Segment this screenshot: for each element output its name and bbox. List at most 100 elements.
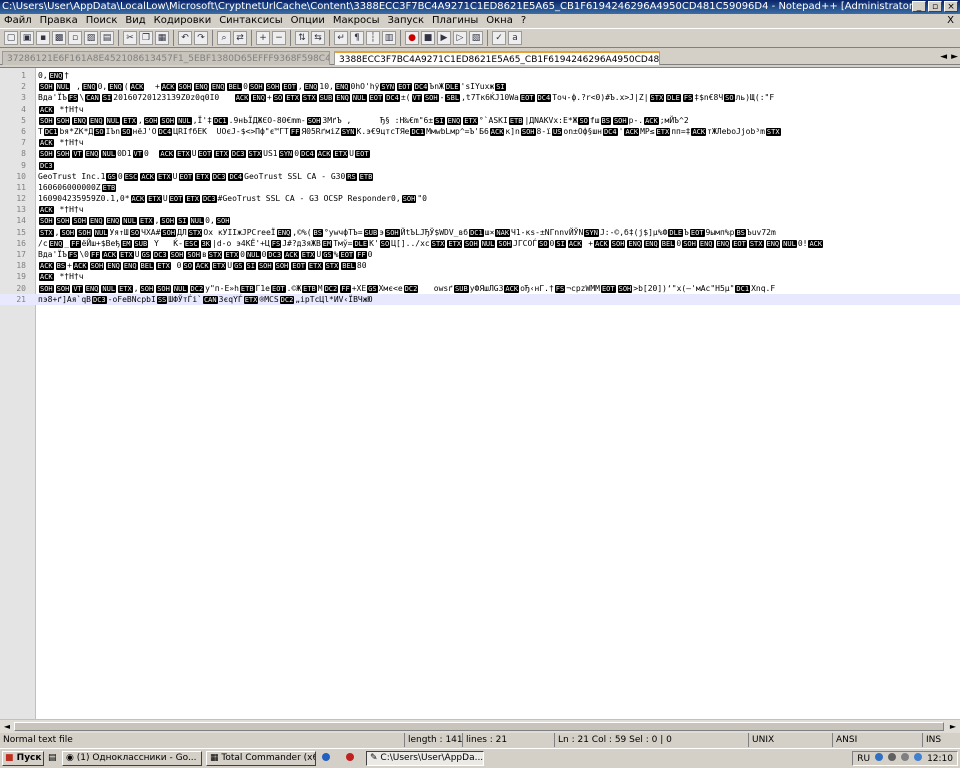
replace-icon[interactable]: ⇄ <box>233 31 247 45</box>
menu-help[interactable]: ? <box>517 14 530 28</box>
editor-line[interactable]: 10 GeoTrust Inc.1 GS 0 ESC ACK ETX U EOT ETX DC3 DC… <box>0 171 960 182</box>
menu-language[interactable]: Синтаксисы <box>215 14 286 28</box>
run-macro-icon[interactable]: ▷ <box>453 31 467 45</box>
opera-quick-icon[interactable] <box>346 753 354 764</box>
scroll-right-arrow-icon[interactable]: ► <box>947 721 959 732</box>
status-insert-mode[interactable]: INS <box>922 733 960 747</box>
menu-search[interactable]: Поиск <box>82 14 122 28</box>
editor-line[interactable]: 3 Вда'ЇЪ FS \ CAN SI 20160720123139Z0z0q0I0 AC… <box>0 92 960 103</box>
editor-line[interactable]: 17 Вда'ЇЪ FS \0 FF ACK ETX U GS DC3 SOH SOH в STX ETX 0… <box>0 249 960 260</box>
editor-line[interactable]: 16/c ENQ _ FF ёЙш+$Веђ EM SUB Y Ќ- ESC ЗЌ |d-о э4… <box>0 238 960 249</box>
menu-window[interactable]: Окна <box>482 14 517 28</box>
control-char-badge: SOH <box>612 116 628 125</box>
editor-line[interactable]: 11 160606000000Z ETB <box>0 182 960 193</box>
abc-icon[interactable]: a <box>508 31 522 45</box>
control-char-badge: VT <box>72 150 83 159</box>
start-button[interactable]: ■ Пуск <box>2 751 44 766</box>
paste-icon[interactable]: ▦ <box>155 31 169 45</box>
print-icon[interactable]: ▤ <box>100 31 114 45</box>
tab-scroll-right-icon[interactable]: ► <box>951 52 958 62</box>
editor-line[interactable]: 13 ACK *†Н†ч <box>0 204 960 215</box>
word-wrap-icon[interactable]: ↵ <box>334 31 348 45</box>
sync-vertical-icon[interactable]: ⇅ <box>295 31 309 45</box>
antivirus-icon[interactable] <box>888 753 897 764</box>
scroll-left-arrow-icon[interactable]: ◄ <box>1 721 13 732</box>
shield-icon[interactable] <box>914 753 923 764</box>
volume-icon[interactable] <box>901 753 910 764</box>
status-encoding[interactable]: ANSI <box>832 733 922 747</box>
document-close-button[interactable]: X <box>947 14 954 28</box>
browser-quick-icon[interactable] <box>322 753 330 764</box>
editor-line[interactable]: 19 ACK *†Н†ч <box>0 271 960 282</box>
editor-line[interactable]: 4 ACK *†Н†ч <box>0 104 960 115</box>
editor-line[interactable]: 2 SOH NUL , ENQ 0, ENQ(ACK + ACK SOH ENQ ENQ BEL 0 S… <box>0 81 960 92</box>
menu-run[interactable]: Запуск <box>383 14 428 28</box>
spellcheck-icon[interactable]: ✓ <box>492 31 506 45</box>
editor-line[interactable]: 15 STX, SOH SOH NUL Уя↑Ш SO ЧХА# SOH ДЛ STX Ох кУІІ… <box>0 227 960 238</box>
menu-file[interactable]: Файл <box>0 14 36 28</box>
stop-macro-icon[interactable]: ■ <box>421 31 435 45</box>
menu-encoding[interactable]: Кодировки <box>150 14 216 28</box>
editor-line[interactable]: 7 ACK *†Н†ч <box>0 137 960 148</box>
play-macro-icon[interactable]: ▶ <box>437 31 451 45</box>
restore-button[interactable]: ▫ <box>928 1 942 12</box>
menu-view[interactable]: Вид <box>121 14 149 28</box>
taskbar-task-browser[interactable]: ◉ (1) Одноклассники - Go... <box>62 751 202 766</box>
editor-line[interactable]: 12 160904235959Z0.1,0* ACK ETX U EOT ETX DC3 #Ge… <box>0 193 960 204</box>
taskbar-task-total-commander[interactable]: ▦ Total Commander (x64) ... <box>206 751 316 766</box>
zoom-in-icon[interactable]: + <box>256 31 270 45</box>
copy-icon[interactable]: ❐ <box>139 31 153 45</box>
editor-line[interactable]: 21 пэ8+ґ]Ая`qВ DC3 -oFeBNсpbI SS ШФЎтЃi` CAN 3є… <box>0 293 960 305</box>
find-icon[interactable]: ⌕ <box>217 31 231 45</box>
network-icon[interactable] <box>875 753 884 764</box>
menu-settings[interactable]: Опции <box>287 14 329 28</box>
minimize-button[interactable]: _ <box>912 1 926 12</box>
control-char-badge: EOT <box>519 94 535 103</box>
tab-file-2[interactable]: 3388ECC3F7BC4A9271C1ED8621E5A65_CB1F6194… <box>334 51 660 65</box>
editor-line[interactable]: 5 SOH SOH ENQ ENQ NUL ETX, SOH SOH NUL ,Ї'‡ DC1.9нЬ… <box>0 115 960 126</box>
new-file-icon[interactable]: ▢ <box>4 31 18 45</box>
save-all-icon[interactable]: ▩ <box>52 31 66 45</box>
save-icon[interactable]: ▪ <box>36 31 50 45</box>
status-file-type: Normal text file <box>3 735 73 745</box>
editor-line[interactable]: 18 ACK BS + ACK SOH ENQ ENQ BEL ETX 0 SO ACK ETX U GS S… <box>0 260 960 271</box>
open-file-icon[interactable]: ▣ <box>20 31 34 45</box>
save-macro-icon[interactable]: ▧ <box>469 31 483 45</box>
all-chars-icon[interactable]: ¶ <box>350 31 364 45</box>
menu-plugins[interactable]: Плагины <box>428 14 482 28</box>
clock[interactable]: 12:10 <box>927 754 953 764</box>
editor-line[interactable]: 8 SOH SOH VT ENQ NUL 0D1 VT 0 ACK ETX U EOT ETX DC3 ST… <box>0 148 960 159</box>
control-char-badge: SOH <box>39 217 54 226</box>
language-indicator[interactable]: RU <box>857 754 870 764</box>
horizontal-scrollbar[interactable]: ◄ ► <box>0 719 960 733</box>
close-icon[interactable]: ▫ <box>68 31 82 45</box>
scrollbar-thumb[interactable] <box>14 722 944 731</box>
editor[interactable]: 1 0, ENQ † 2 SOH NUL , ENQ 0, ENQ(ACK + ACK SOH ENQ E… <box>0 67 960 719</box>
record-macro-icon[interactable]: ● <box>405 31 419 45</box>
redo-icon[interactable]: ↷ <box>194 31 208 45</box>
indent-guide-icon[interactable]: ┆ <box>366 31 380 45</box>
status-eol[interactable]: UNIX <box>748 733 832 747</box>
control-char-badge: ENQ <box>122 262 138 271</box>
menu-macro[interactable]: Макросы <box>329 14 384 28</box>
tab-file-1[interactable]: 37286121E6F161A8E452108613457F1_5EBF1380… <box>2 51 330 65</box>
control-char-badge: BEL <box>660 239 676 248</box>
cut-icon[interactable]: ✂ <box>123 31 137 45</box>
tab-scroll-left-icon[interactable]: ◄ <box>940 52 947 62</box>
taskbar-task-notepadpp[interactable]: ✎ C:\Users\User\AppDa... <box>366 751 484 766</box>
quick-launch-icon[interactable]: ▤ <box>48 753 57 763</box>
lang-icon[interactable]: ▥ <box>382 31 396 45</box>
undo-icon[interactable]: ↶ <box>178 31 192 45</box>
close-button[interactable]: × <box>944 1 958 12</box>
editor-line[interactable]: 14 SOH SOH SOH ENQ ENQ NUL ETX, SOH SI NUL 0, SOH <box>0 215 960 226</box>
task-label: C:\Users\User\AppDa... <box>380 753 484 763</box>
sync-horizontal-icon[interactable]: ⇆ <box>311 31 325 45</box>
editor-line[interactable]: 20 SOH SOH VT ENQ NUL ETX, SOH SOH NUL DC2 у"п-Е»h E… <box>0 283 960 294</box>
menu-edit[interactable]: Правка <box>36 14 82 28</box>
zoom-out-icon[interactable]: − <box>272 31 286 45</box>
editor-line[interactable]: 6 Т DC1 bя*ZК*Д SO IЪn SO нёЈ'О DC4 ЦRIfбЕК UОєJ-… <box>0 126 960 137</box>
control-char-badge: SOH <box>55 116 71 125</box>
editor-line[interactable]: 9 DC3 <box>0 160 960 171</box>
close-all-icon[interactable]: ▨ <box>84 31 98 45</box>
editor-line[interactable]: 1 0, ENQ † <box>0 70 960 81</box>
